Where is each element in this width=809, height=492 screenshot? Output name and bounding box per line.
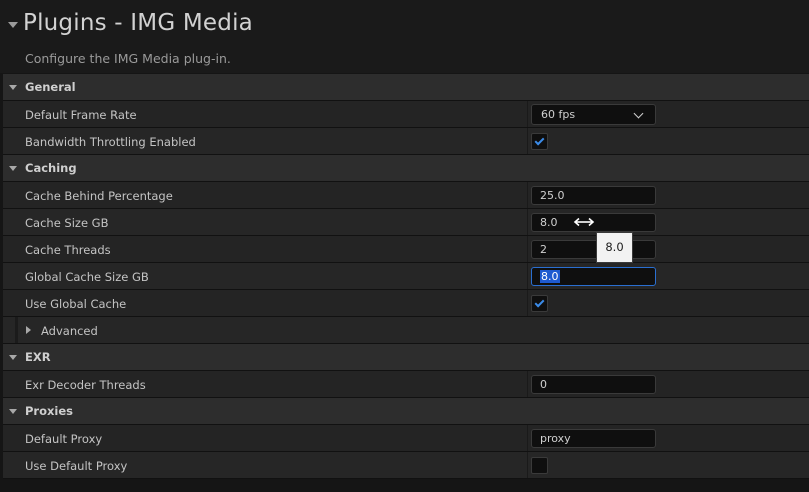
column-divider[interactable] (527, 182, 528, 208)
column-divider[interactable] (527, 236, 528, 262)
setting-label: Use Default Proxy (25, 459, 128, 473)
section-label: Caching (25, 161, 77, 175)
setting-label: Bandwidth Throttling Enabled (25, 135, 196, 149)
column-divider[interactable] (527, 290, 528, 316)
setting-row-default-frame-rate: Default Frame Rate 60 fps (3, 101, 809, 128)
use-global-cache-checkbox[interactable] (531, 295, 548, 312)
setting-row-bandwidth-throttling: Bandwidth Throttling Enabled (3, 128, 809, 155)
expand-caret-icon (26, 326, 31, 334)
checkmark-icon (534, 297, 545, 308)
setting-label: Global Cache Size GB (25, 270, 149, 284)
column-divider[interactable] (527, 452, 528, 478)
indent-stripe (15, 317, 18, 343)
setting-row-cache-threads: Cache Threads 2 (3, 236, 809, 263)
cache-threads-input[interactable]: 2 (531, 240, 656, 259)
default-proxy-input[interactable]: proxy (531, 429, 656, 448)
section-caret-icon (9, 409, 17, 414)
setting-row-default-proxy: Default Proxy proxy (3, 425, 809, 452)
setting-label: Cache Behind Percentage (25, 189, 173, 203)
page-header: Plugins - IMG Media Configure the IMG Me… (0, 0, 809, 73)
section-general[interactable]: General (3, 74, 809, 101)
global-cache-size-gb-input[interactable]: 8.0 (531, 267, 656, 286)
section-label: Proxies (25, 404, 74, 418)
setting-row-exr-decoder-threads: Exr Decoder Threads 0 (3, 371, 809, 398)
settings-list: General Default Frame Rate 60 fps Bandwi… (3, 74, 809, 479)
column-divider[interactable] (527, 101, 528, 127)
setting-label: Default Frame Rate (25, 108, 137, 122)
section-caret-icon (9, 85, 17, 90)
setting-label: Use Global Cache (25, 297, 127, 311)
setting-row-global-cache-size-gb: Global Cache Size GB 8.0 (3, 263, 809, 290)
use-default-proxy-checkbox[interactable] (531, 457, 548, 474)
section-exr[interactable]: EXR (3, 344, 809, 371)
setting-row-cache-behind-percentage: Cache Behind Percentage 25.0 (3, 182, 809, 209)
checkmark-icon (534, 135, 545, 146)
section-caret-icon (9, 355, 17, 360)
column-divider[interactable] (527, 263, 528, 289)
column-divider[interactable] (527, 209, 528, 235)
subsection-advanced[interactable]: Advanced (3, 317, 809, 344)
settings-page: Plugins - IMG Media Configure the IMG Me… (0, 0, 809, 492)
subsection-label: Advanced (41, 324, 98, 338)
cache-behind-percentage-input[interactable]: 25.0 (531, 186, 656, 205)
setting-label: Cache Threads (25, 243, 111, 257)
setting-row-use-global-cache: Use Global Cache (3, 290, 809, 317)
field-value: 8.0 (540, 216, 558, 229)
frame-rate-dropdown[interactable]: 60 fps (531, 104, 656, 125)
selected-text: 8.0 (540, 270, 560, 283)
column-divider[interactable] (527, 425, 528, 451)
setting-row-cache-size-gb: Cache Size GB 8.0 (3, 209, 809, 236)
resize-horizontal-cursor-icon (573, 217, 595, 227)
value-tooltip: 8.0 (596, 232, 633, 263)
column-divider[interactable] (527, 371, 528, 397)
section-label: EXR (25, 350, 51, 364)
chevron-down-icon (633, 108, 644, 119)
bandwidth-throttling-checkbox[interactable] (531, 133, 548, 150)
section-label: General (25, 80, 76, 94)
exr-decoder-threads-input[interactable]: 0 (531, 375, 656, 394)
setting-label: Cache Size GB (25, 216, 109, 230)
dropdown-value: 60 fps (541, 108, 576, 121)
page-title: Plugins - IMG Media (23, 10, 253, 36)
column-divider[interactable] (527, 128, 528, 154)
collapse-caret-icon[interactable] (8, 22, 18, 28)
section-caching[interactable]: Caching (3, 155, 809, 182)
page-subtitle: Configure the IMG Media plug-in. (25, 51, 231, 66)
setting-row-use-default-proxy: Use Default Proxy (3, 452, 809, 479)
section-proxies[interactable]: Proxies (3, 398, 809, 425)
setting-label: Default Proxy (25, 432, 103, 446)
setting-label: Exr Decoder Threads (25, 378, 146, 392)
section-caret-icon (9, 166, 17, 171)
